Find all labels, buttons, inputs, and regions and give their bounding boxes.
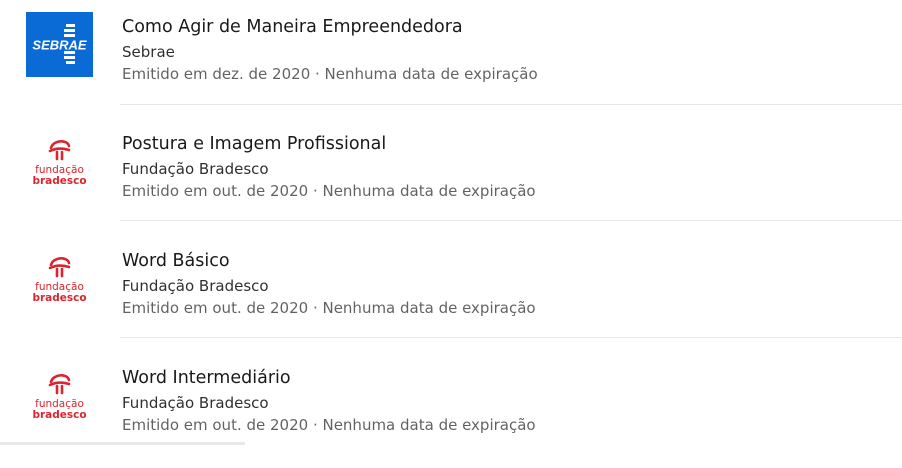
bradesco-logo-line2: bradesco <box>32 292 86 304</box>
certification-issued-date: Emitido em dez. de 2020 · Nenhuma data d… <box>122 65 538 83</box>
sebrae-logo[interactable]: SEBRAE <box>26 12 93 77</box>
certification-issuer: Fundação Bradesco <box>122 160 269 178</box>
bradesco-symbol-icon <box>48 257 71 278</box>
fundacao-bradesco-logo[interactable]: fundação bradesco <box>26 363 93 428</box>
certification-issuer: Sebrae <box>122 43 175 61</box>
divider <box>120 337 902 338</box>
certification-item: fundação bradesco Word Básico Fundação B… <box>0 234 902 351</box>
fundacao-bradesco-logo[interactable]: fundação bradesco <box>26 246 93 311</box>
certification-title[interactable]: Word Básico <box>122 250 230 272</box>
bradesco-logo-line2: bradesco <box>32 409 86 421</box>
certification-item: SEBRAE Como Agir de Maneira Empreendedor… <box>0 0 902 117</box>
bradesco-symbol-icon <box>48 374 71 395</box>
certification-issued-date: Emitido em out. de 2020 · Nenhuma data d… <box>122 416 536 434</box>
certification-issuer: Fundação Bradesco <box>122 394 269 412</box>
certification-title[interactable]: Como Agir de Maneira Empreendedora <box>122 16 463 38</box>
certification-item: fundação bradesco Postura e Imagem Profi… <box>0 117 902 234</box>
certification-issued-date: Emitido em out. de 2020 · Nenhuma data d… <box>122 299 536 317</box>
certification-item: fundação bradesco Word Intermediário Fun… <box>0 351 902 468</box>
sebrae-logo-text: SEBRAE <box>32 38 87 53</box>
certifications-list: SEBRAE Como Agir de Maneira Empreendedor… <box>0 0 902 445</box>
certification-issuer: Fundação Bradesco <box>122 277 269 295</box>
bradesco-symbol-icon <box>48 140 71 161</box>
fundacao-bradesco-logo[interactable]: fundação bradesco <box>26 129 93 194</box>
certification-title[interactable]: Postura e Imagem Profissional <box>122 133 386 155</box>
divider <box>120 104 902 105</box>
certification-title[interactable]: Word Intermediário <box>122 367 291 389</box>
bradesco-logo-line2: bradesco <box>32 175 86 187</box>
divider <box>120 220 902 221</box>
certification-issued-date: Emitido em out. de 2020 · Nenhuma data d… <box>122 182 536 200</box>
